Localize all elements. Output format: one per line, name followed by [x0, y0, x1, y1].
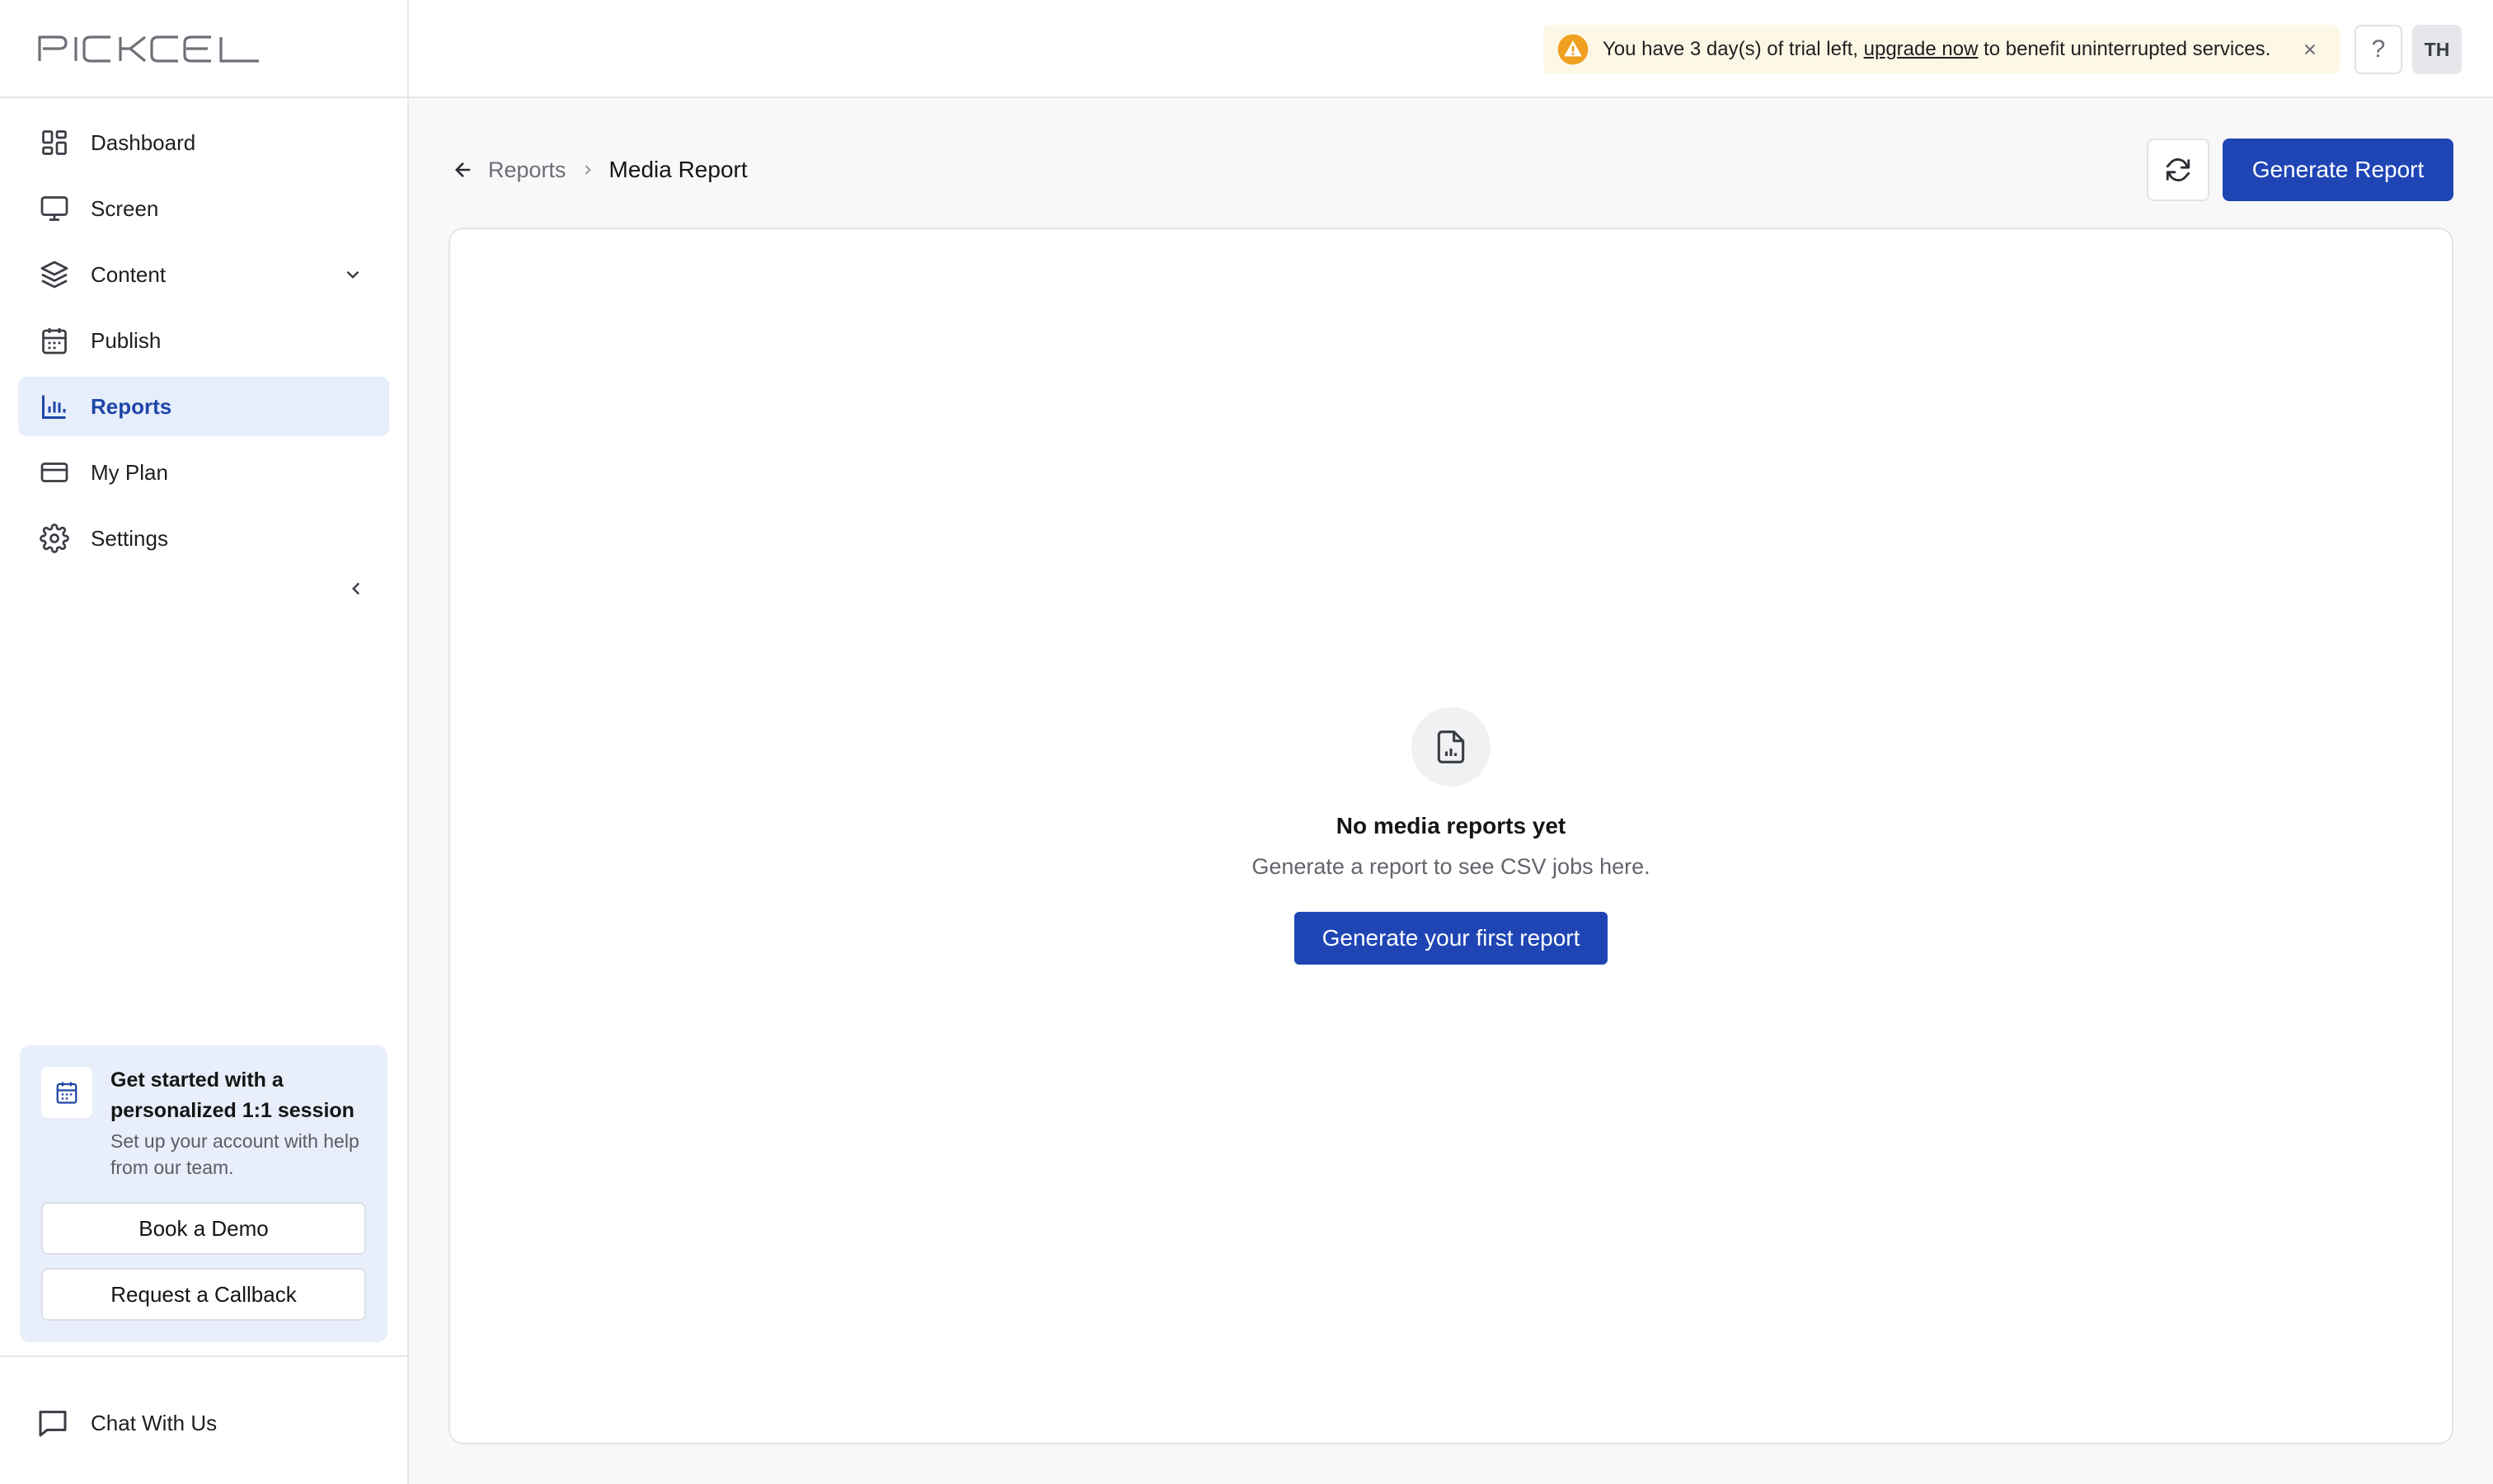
chevron-down-icon[interactable] [336, 258, 369, 291]
sidebar-item-reports[interactable]: Reports [18, 377, 389, 436]
sidebar-item-label: My Plan [91, 459, 168, 485]
chevron-right-icon [580, 162, 596, 178]
page-title: Media Report [608, 157, 748, 182]
top-bar: You have 3 day(s) of trial left, upgrade… [409, 0, 2493, 98]
sidebar-item-label: Reports [91, 393, 172, 419]
trial-message: You have 3 day(s) of trial left, upgrade… [1603, 38, 2270, 61]
sidebar: Dashboard Screen Content Publish Reports… [0, 0, 409, 1484]
sidebar-item-my-plan[interactable]: My Plan [18, 443, 389, 502]
onboarding-promo-card: Get started with a personalized 1:1 sess… [20, 1045, 387, 1342]
upgrade-now-link[interactable]: upgrade now [1864, 38, 1979, 60]
gear-icon [38, 522, 71, 555]
empty-state-description: Generate a report to see CSV jobs here. [1251, 854, 1650, 879]
refresh-icon [2166, 158, 2190, 181]
file-chart-icon [1411, 707, 1491, 787]
promo-description: Set up your account with help from our t… [110, 1130, 359, 1178]
sidebar-nav: Dashboard Screen Content Publish Reports… [0, 98, 407, 568]
sidebar-item-screen[interactable]: Screen [18, 179, 389, 238]
trial-banner: You have 3 day(s) of trial left, upgrade… [1543, 25, 2340, 74]
help-button[interactable]: ? [2354, 25, 2402, 74]
promo-title: Get started with a personalized 1:1 sess… [110, 1068, 354, 1122]
dashboard-icon [38, 126, 71, 159]
sidebar-item-label: Publish [91, 327, 162, 353]
chevron-left-icon [352, 582, 360, 595]
request-callback-button[interactable]: Request a Callback [41, 1268, 366, 1321]
warning-icon [1556, 33, 1589, 66]
sidebar-item-label: Screen [91, 195, 159, 221]
logo-area [0, 0, 407, 98]
sidebar-item-content[interactable]: Content [18, 245, 389, 304]
empty-state-title: No media reports yet [1336, 813, 1566, 838]
generate-report-button[interactable]: Generate Report [2223, 139, 2453, 201]
bar-chart-icon [38, 390, 71, 423]
chat-section: Chat With Us [0, 1355, 407, 1484]
sidebar-item-label: Settings [91, 525, 168, 551]
refresh-button[interactable] [2147, 139, 2209, 201]
layers-icon [38, 258, 71, 291]
collapse-sidebar-button[interactable] [340, 572, 373, 605]
trial-message-suffix: to benefit uninterrupted services. [1978, 38, 2271, 60]
monitor-icon [38, 192, 71, 225]
sidebar-item-dashboard[interactable]: Dashboard [18, 113, 389, 172]
pickcel-logo[interactable] [38, 35, 261, 63]
arrow-left-icon[interactable] [450, 157, 477, 183]
close-icon[interactable] [2297, 36, 2323, 63]
calendar-icon [38, 324, 71, 357]
breadcrumb-reports-link[interactable]: Reports [488, 157, 566, 183]
chat-with-us-button[interactable]: Chat With Us [36, 1407, 217, 1439]
chat-bubble-icon [39, 1411, 67, 1437]
avatar[interactable]: TH [2412, 25, 2462, 74]
generate-first-report-button[interactable]: Generate your first report [1294, 912, 1608, 965]
book-demo-button[interactable]: Book a Demo [41, 1202, 366, 1255]
calendar-icon [41, 1067, 92, 1118]
credit-card-icon [38, 456, 71, 489]
sidebar-item-label: Content [91, 261, 167, 287]
chat-label: Chat With Us [91, 1410, 218, 1435]
breadcrumb: Reports Media Report [450, 153, 748, 186]
trial-message-prefix: You have 3 day(s) of trial left, [1603, 38, 1864, 60]
sidebar-item-publish[interactable]: Publish [18, 311, 389, 370]
sidebar-item-settings[interactable]: Settings [18, 509, 389, 568]
sidebar-item-label: Dashboard [91, 129, 196, 155]
